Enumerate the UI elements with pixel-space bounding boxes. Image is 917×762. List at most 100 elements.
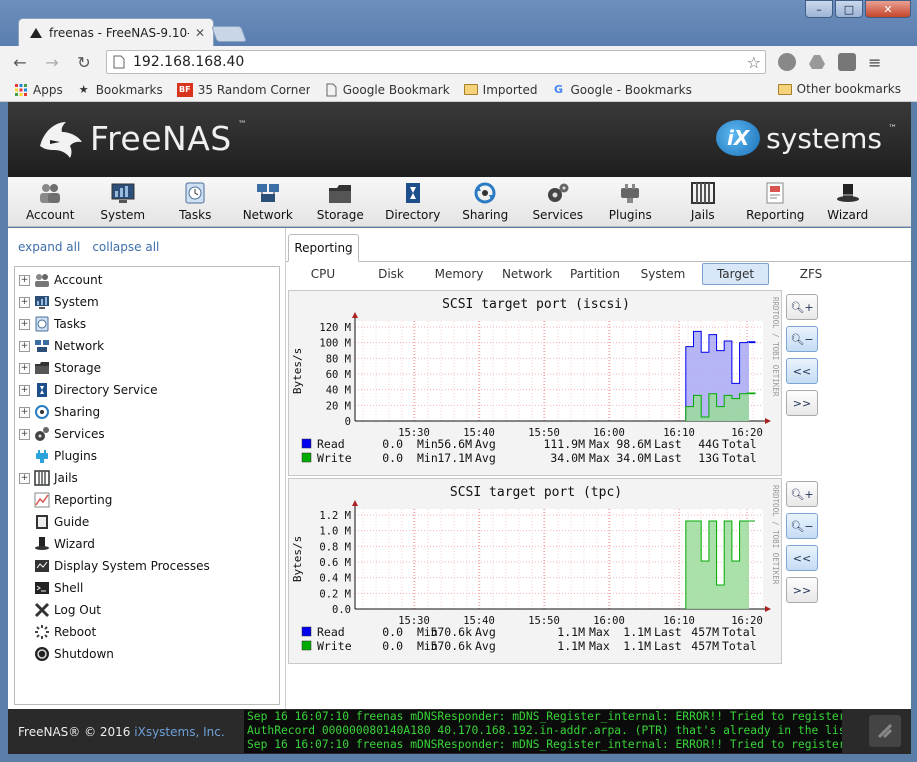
minimize-button[interactable]: – [805, 0, 833, 18]
bookmark-random-corners[interactable]: BF 35 Random Corners C [176, 82, 310, 97]
expand-toggle-icon[interactable]: + [19, 428, 30, 440]
legend-avg-label: Avg [475, 639, 496, 653]
menu-tasks[interactable]: Tasks [159, 177, 232, 226]
bookmark-label: 35 Random Corners C [197, 82, 310, 97]
sidebar-item-guide[interactable]: Guide [15, 511, 279, 533]
sidebar-item-label: Log Out [54, 603, 102, 617]
menu-directory[interactable]: Directory [377, 177, 450, 226]
expand-toggle-icon[interactable]: + [19, 472, 30, 484]
forward-icon[interactable]: → [42, 53, 62, 72]
menu-jails[interactable]: Jails [667, 177, 740, 226]
subtab-memory[interactable]: Memory [430, 264, 488, 284]
subtab-system[interactable]: System [624, 264, 702, 284]
menu-wizard[interactable]: Wizard [812, 177, 885, 226]
browser-menu-icon[interactable]: ≡ [868, 53, 881, 72]
y-axis-arrow [352, 500, 358, 506]
bookmark-bookmarks[interactable]: ★ Bookmarks [77, 83, 163, 97]
expand-toggle-icon[interactable]: + [19, 340, 30, 352]
sidebar-item-services[interactable]: + Services [15, 423, 279, 445]
menu-label: Network [242, 208, 293, 222]
bookmark-star-icon[interactable]: ☆ [747, 53, 761, 72]
subtab-partition[interactable]: Partition [566, 264, 624, 284]
sidebar-item-jails[interactable]: + Jails [15, 467, 279, 489]
address-bar[interactable]: 192.168.168.40 ☆ [106, 50, 766, 74]
back-icon[interactable]: ← [10, 53, 30, 72]
sidebar-item-account[interactable]: + Account [15, 269, 279, 291]
console-log: Sep 16 16:07:10 freenas mDNSResponder: m… [244, 710, 842, 753]
sidebar-item-plugins[interactable]: Plugins [15, 445, 279, 467]
bookmark-apps[interactable]: Apps [14, 83, 63, 97]
maximize-button[interactable]: □ [835, 0, 863, 18]
extension-icon[interactable] [838, 53, 856, 71]
company-link[interactable]: iXsystems, Inc. [134, 725, 224, 739]
sidebar-item-tasks[interactable]: + Tasks [15, 313, 279, 335]
subtab-network[interactable]: Network [488, 264, 566, 284]
menu-plugins[interactable]: Plugins [594, 177, 667, 226]
sidebar-item-directory-service[interactable]: + Directory Service [15, 379, 279, 401]
expand-toggle-icon[interactable]: + [19, 362, 30, 374]
drive-extension-icon[interactable] [808, 54, 826, 70]
sidebar-item-sharing[interactable]: + Sharing [15, 401, 279, 423]
sidebar-item-shutdown[interactable]: Shutdown [15, 643, 279, 665]
previous-period-button[interactable]: << [786, 358, 818, 384]
expand-toggle-icon[interactable]: + [19, 296, 30, 308]
menu-account[interactable]: Account [14, 177, 87, 226]
menu-reporting[interactable]: Reporting [739, 177, 812, 226]
sidebar-item-label: System [54, 295, 99, 309]
expand-all-link[interactable]: expand all [18, 240, 80, 254]
tab-reporting[interactable]: Reporting [288, 234, 359, 262]
bookmark-google-bookmark[interactable]: Google Bookmark [324, 83, 450, 97]
new-tab-button[interactable] [211, 26, 247, 42]
sidebar-item-shell[interactable]: Shell [15, 577, 279, 599]
menu-sharing[interactable]: Sharing [449, 177, 522, 226]
y-tick-label: 120 M [319, 322, 351, 334]
bookmark-imported[interactable]: Imported [463, 83, 538, 97]
zoom-in-button[interactable]: 🔍︎+ [786, 294, 818, 320]
sidebar-item-label: Reboot [54, 625, 97, 639]
browser-tab[interactable]: freenas - FreeNAS-9.10-M ✕ [18, 18, 214, 46]
browser-toolbar: ← → ↻ 192.168.168.40 ☆ ≡ [0, 46, 917, 78]
tree-controls: expand all collapse all [18, 240, 159, 254]
collapse-all-link[interactable]: collapse all [92, 240, 159, 254]
sharing-icon [472, 181, 498, 205]
sidebar-item-reporting[interactable]: Reporting [15, 489, 279, 511]
globe-extension-icon[interactable] [778, 53, 796, 71]
bookmark-google-bookmarks[interactable]: G Google - Bookmarks [552, 83, 692, 97]
subtab-target[interactable]: Target [702, 263, 769, 285]
menu-storage[interactable]: Storage [304, 177, 377, 226]
expand-toggle-icon[interactable]: + [19, 274, 30, 286]
sidebar-item-display-system-processes[interactable]: Display System Processes [15, 555, 279, 577]
url-text[interactable]: 192.168.168.40 [133, 54, 739, 70]
zoom-in-button[interactable]: 🔍︎+ [786, 481, 818, 507]
expand-toggle-icon[interactable]: + [19, 384, 30, 396]
console-toggle-button[interactable] [869, 715, 901, 747]
reload-icon[interactable]: ↻ [74, 53, 94, 72]
zoom-out-button[interactable]: 🔍︎− [786, 513, 818, 539]
sidebar-item-wizard[interactable]: Wizard [15, 533, 279, 555]
sidebar-item-system[interactable]: + System [15, 291, 279, 313]
zoom-out-button[interactable]: 🔍︎− [786, 326, 818, 352]
close-window-button[interactable]: ✕ [865, 0, 911, 18]
bookmarks-bar: Apps ★ Bookmarks BF 35 Random Corners C … [0, 78, 917, 102]
tab-close-icon[interactable]: ✕ [195, 26, 205, 40]
subtab-cpu[interactable]: CPU [294, 264, 352, 284]
sidebar-item-network[interactable]: + Network [15, 335, 279, 357]
subtab-disk[interactable]: Disk [352, 264, 430, 284]
ixsystems-logo: iX systems ™ [716, 120, 897, 156]
zoom-out-icon: 🔍︎− [790, 332, 814, 346]
sidebar-item-storage[interactable]: + Storage [15, 357, 279, 379]
subtab-zfs[interactable]: ZFS [777, 264, 845, 284]
sidebar-item-label: Shell [54, 581, 84, 595]
expand-toggle-icon[interactable]: + [19, 318, 30, 330]
other-bookmarks[interactable]: Other bookmarks [777, 82, 901, 96]
previous-period-button[interactable]: << [786, 545, 818, 571]
menu-system[interactable]: System [87, 177, 160, 226]
menu-services[interactable]: Services [522, 177, 595, 226]
next-period-button[interactable]: >> [786, 577, 818, 603]
sidebar-item-log-out[interactable]: Log Out [15, 599, 279, 621]
menu-network[interactable]: Network [232, 177, 305, 226]
expand-toggle-icon[interactable]: + [19, 406, 30, 418]
sidebar-item-reboot[interactable]: Reboot [15, 621, 279, 643]
apps-grid-icon [15, 83, 27, 96]
next-period-button[interactable]: >> [786, 390, 818, 416]
